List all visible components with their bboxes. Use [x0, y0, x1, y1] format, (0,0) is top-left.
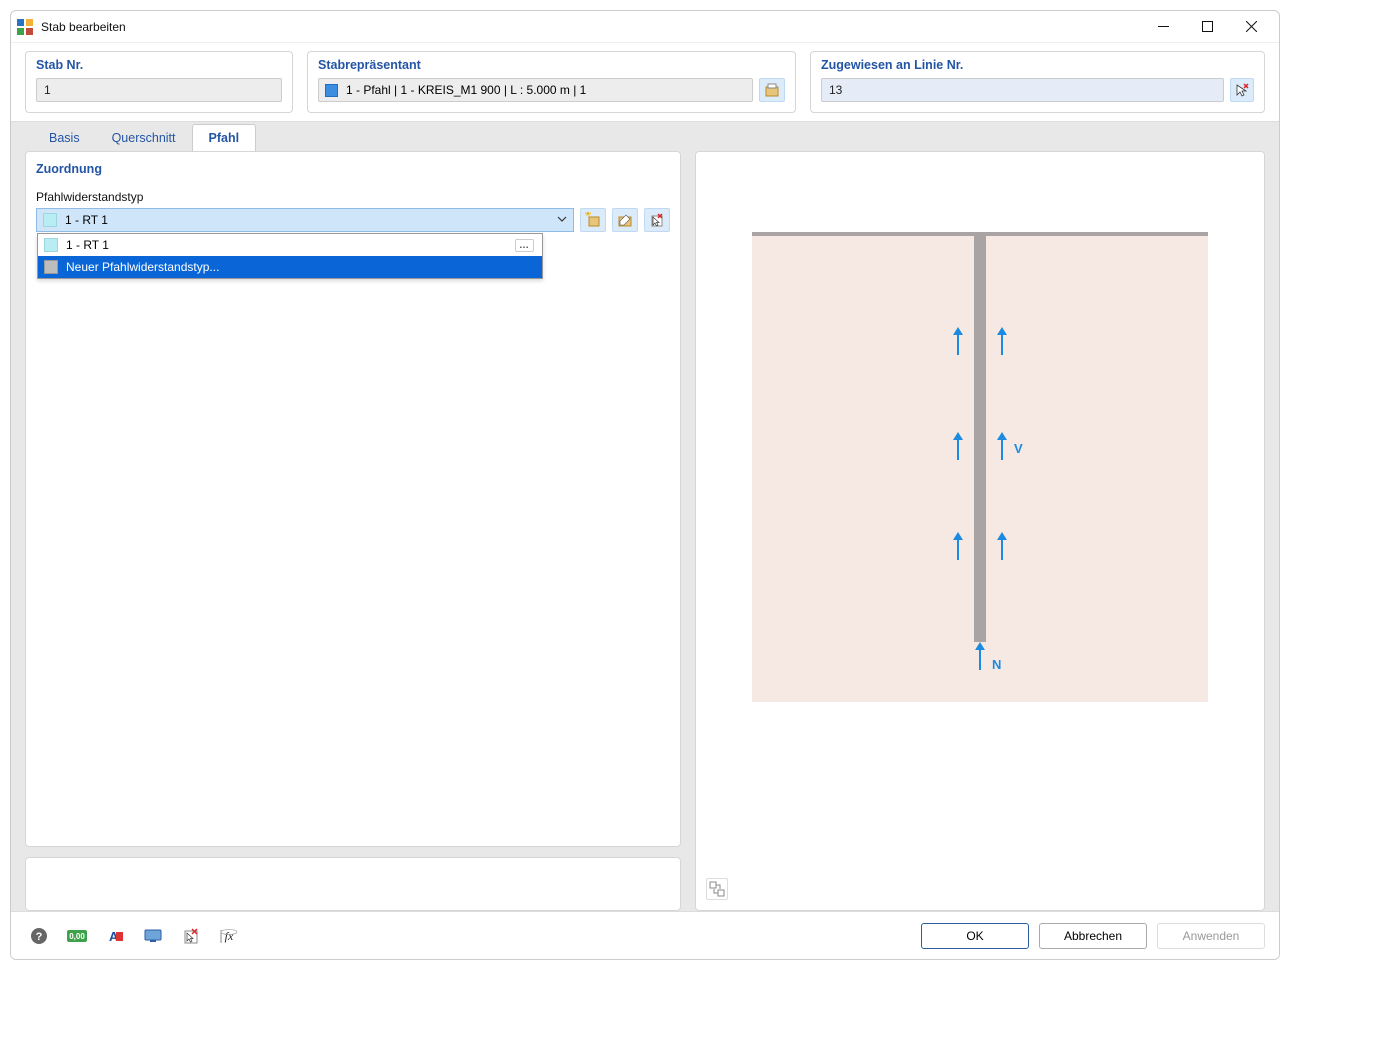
panel-assigned-line: Zugewiesen an Linie Nr. 13	[810, 51, 1265, 113]
diagram-panel: V N	[695, 151, 1265, 911]
clear-pick-button[interactable]	[177, 923, 205, 949]
line-value-field[interactable]: 13	[821, 78, 1224, 102]
titlebar: Stab bearbeiten	[11, 11, 1279, 43]
rep-library-button[interactable]	[759, 78, 785, 102]
svg-text:fx: fx	[225, 929, 234, 943]
zuordnung-panel: Zuordnung Pfahlwiderstandstyp 1 - RT 1	[25, 151, 681, 847]
view-toggle-button[interactable]	[706, 878, 728, 900]
minimize-button[interactable]	[1141, 13, 1185, 41]
stabnr-label: Stab Nr.	[36, 58, 282, 72]
panel-representative: Stabrepräsentant 1 - Pfahl | 1 - KREIS_M…	[307, 51, 796, 113]
arrow-up-icon	[952, 327, 964, 358]
svg-text:?: ?	[36, 931, 43, 943]
resistance-type-combobox[interactable]: 1 - RT 1 1 - RT 1 …	[36, 208, 574, 232]
units-button[interactable]: 0,00	[63, 923, 91, 949]
rep-label: Stabrepräsentant	[318, 58, 785, 72]
chevron-down-icon	[557, 213, 567, 227]
maximize-button[interactable]	[1185, 13, 1229, 41]
formula-button[interactable]: fx	[215, 923, 243, 949]
left-bottom-strip	[25, 857, 681, 911]
arrow-up-icon	[996, 327, 1008, 358]
resistance-type-label: Pfahlwiderstandstyp	[36, 190, 670, 204]
dropdown-item-rt1[interactable]: 1 - RT 1 …	[38, 234, 542, 256]
content-area: Zuordnung Pfahlwiderstandstyp 1 - RT 1	[11, 151, 1279, 911]
rep-value: 1 - Pfahl | 1 - KREIS_M1 900 | L : 5.000…	[346, 83, 586, 97]
new-type-button[interactable]	[580, 208, 606, 232]
text-size-button[interactable]: A	[101, 923, 129, 949]
tab-bar: Basis Querschnitt Pfahl	[11, 121, 1279, 151]
dialog-button-bar: ? 0,00 A fx OK Abbrechen Anwenden	[11, 911, 1279, 959]
rep-color-swatch	[325, 84, 338, 97]
help-button[interactable]: ?	[25, 923, 53, 949]
ellipsis-button[interactable]: …	[515, 239, 534, 252]
tab-querschnitt[interactable]: Querschnitt	[96, 125, 192, 151]
resistance-type-dropdown: 1 - RT 1 … Neuer Pfahlwiderstandstyp...	[37, 233, 543, 279]
arrow-up-icon	[952, 532, 964, 563]
arrow-up-icon	[996, 532, 1008, 563]
header-row: Stab Nr. 1 Stabrepräsentant 1 - Pfahl | …	[11, 43, 1279, 113]
combo-swatch	[43, 213, 57, 227]
pile-element	[974, 232, 986, 642]
close-button[interactable]	[1229, 13, 1273, 41]
arrow-up-icon	[974, 642, 986, 673]
tab-pfahl[interactable]: Pfahl	[192, 124, 257, 151]
swatch-icon	[44, 260, 58, 274]
panel-stabnr: Stab Nr. 1	[25, 51, 293, 113]
app-icon	[17, 19, 33, 35]
delete-pick-button[interactable]	[644, 208, 670, 232]
cancel-button[interactable]: Abbrechen	[1039, 923, 1147, 949]
tab-basis[interactable]: Basis	[33, 125, 96, 151]
label-n: N	[992, 657, 1001, 672]
zuordnung-title: Zuordnung	[36, 162, 670, 176]
ok-button[interactable]: OK	[921, 923, 1029, 949]
apply-button[interactable]: Anwenden	[1157, 923, 1265, 949]
window-title: Stab bearbeiten	[41, 20, 126, 34]
pick-line-button[interactable]	[1230, 78, 1254, 102]
combo-selected: 1 - RT 1	[65, 213, 108, 227]
line-label: Zugewiesen an Linie Nr.	[821, 58, 1254, 72]
dialog-window: Stab bearbeiten Stab Nr. 1 Stabrepräsent…	[10, 10, 1280, 960]
arrow-up-icon	[996, 432, 1008, 463]
display-button[interactable]	[139, 923, 167, 949]
edit-type-button[interactable]	[612, 208, 638, 232]
rep-value-field: 1 - Pfahl | 1 - KREIS_M1 900 | L : 5.000…	[318, 78, 753, 102]
stabnr-value: 1	[36, 78, 282, 102]
svg-text:0,00: 0,00	[69, 932, 85, 941]
swatch-icon	[44, 238, 58, 252]
arrow-up-icon	[952, 432, 964, 463]
pile-diagram: V N	[752, 232, 1208, 702]
label-v: V	[1014, 441, 1023, 456]
dropdown-item-new[interactable]: Neuer Pfahlwiderstandstyp...	[38, 256, 542, 278]
